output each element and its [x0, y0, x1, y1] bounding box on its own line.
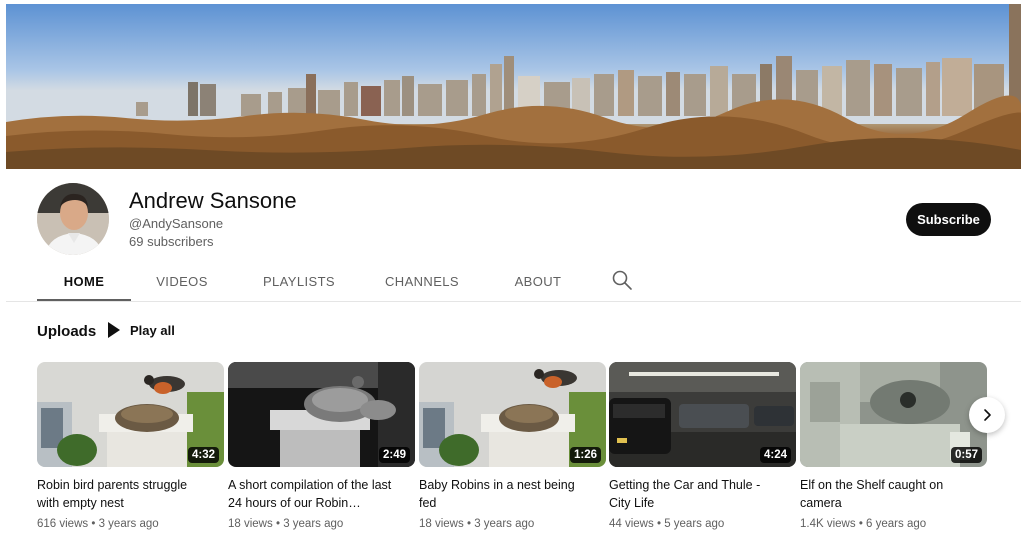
play-all-button[interactable]: Play all: [108, 322, 175, 338]
channel-banner: [6, 4, 1021, 169]
video-card[interactable]: 4:32 Robin bird parents struggle with em…: [37, 362, 224, 530]
video-thumbnail[interactable]: 2:49: [228, 362, 415, 467]
tab-about[interactable]: ABOUT: [486, 262, 590, 301]
video-meta: 18 views • 3 years ago: [419, 518, 606, 530]
video-thumbnail[interactable]: 0:57: [800, 362, 987, 467]
video-card[interactable]: 4:24 Getting the Car and Thule - City Li…: [609, 362, 796, 530]
video-views: 1.4K views: [800, 518, 856, 530]
next-videos-button[interactable]: [969, 397, 1005, 433]
meta-separator: •: [91, 518, 96, 530]
video-age: 3 years ago: [98, 518, 159, 530]
video-meta: 18 views • 3 years ago: [228, 518, 415, 530]
video-age: 3 years ago: [474, 518, 535, 530]
video-meta: 44 views • 5 years ago: [609, 518, 796, 530]
video-duration: 1:26: [569, 447, 601, 463]
chevron-right-icon: [984, 409, 991, 421]
meta-separator: •: [858, 518, 863, 530]
channel-tabs: HOME VIDEOS PLAYLISTS CHANNELS ABOUT: [37, 262, 590, 301]
play-icon: [108, 322, 120, 338]
video-views: 18 views: [228, 518, 273, 530]
video-title[interactable]: Getting the Car and Thule - City Life: [609, 476, 784, 512]
channel-name: Andrew Sansone: [129, 188, 297, 213]
subscriber-count: 69 subscribers: [129, 234, 214, 249]
tab-videos[interactable]: VIDEOS: [131, 262, 233, 301]
video-duration: 4:32: [187, 447, 219, 463]
video-thumbnail[interactable]: 1:26: [419, 362, 606, 467]
video-age: 5 years ago: [664, 518, 725, 530]
tab-channels[interactable]: CHANNELS: [364, 262, 480, 301]
video-card[interactable]: 2:49 A short compilation of the last 24 …: [228, 362, 415, 530]
channel-handle: @AndySansone: [129, 216, 224, 231]
video-thumbnail[interactable]: 4:32: [37, 362, 224, 467]
video-card[interactable]: 1:26 Baby Robins in a nest being fed 18 …: [419, 362, 606, 530]
play-all-label: Play all: [130, 322, 175, 338]
subscribe-button[interactable]: Subscribe: [906, 203, 991, 236]
video-title[interactable]: Robin bird parents struggle with empty n…: [37, 476, 212, 512]
meta-separator: •: [466, 518, 471, 530]
video-views: 44 views: [609, 518, 654, 530]
video-duration: 4:24: [759, 447, 791, 463]
meta-separator: •: [275, 518, 280, 530]
video-age: 3 years ago: [283, 518, 344, 530]
video-card[interactable]: 0:57 Elf on the Shelf caught on camera 1…: [800, 362, 987, 530]
video-meta: 1.4K views • 6 years ago: [800, 518, 987, 530]
video-duration: 2:49: [378, 447, 410, 463]
video-views: 18 views: [419, 518, 464, 530]
video-views: 616 views: [37, 518, 89, 530]
tab-playlists[interactable]: PLAYLISTS: [241, 262, 357, 301]
meta-separator: •: [656, 518, 661, 530]
tab-home[interactable]: HOME: [37, 262, 131, 301]
video-thumbnail[interactable]: 4:24: [609, 362, 796, 467]
video-title[interactable]: Elf on the Shelf caught on camera: [800, 476, 975, 512]
video-duration: 0:57: [950, 447, 982, 463]
video-title[interactable]: Baby Robins in a nest being fed: [419, 476, 594, 512]
search-icon[interactable]: [610, 268, 634, 292]
video-age: 6 years ago: [866, 518, 927, 530]
video-meta: 616 views • 3 years ago: [37, 518, 224, 530]
video-title[interactable]: A short compilation of the last 24 hours…: [228, 476, 403, 512]
channel-avatar[interactable]: [37, 183, 109, 255]
tabs-divider: [6, 301, 1021, 302]
banner-skyline-image: [6, 4, 1021, 169]
avatar-image: [37, 183, 109, 255]
section-title: Uploads: [37, 323, 97, 340]
